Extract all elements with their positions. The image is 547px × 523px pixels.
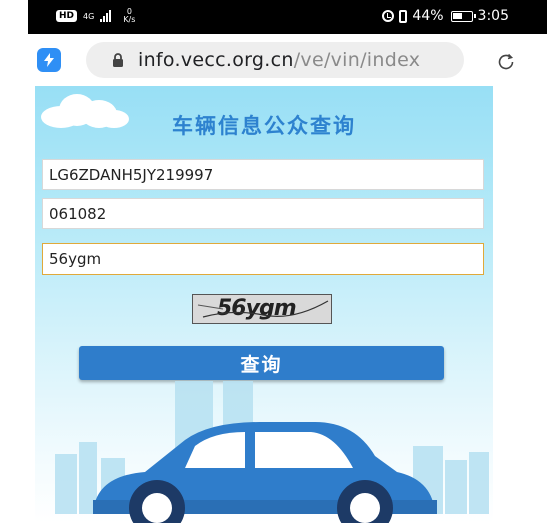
vin-input[interactable] <box>42 159 484 190</box>
vibrate-icon <box>399 9 408 23</box>
clock-time: 3:05 <box>477 8 509 24</box>
reload-icon[interactable] <box>496 52 516 72</box>
battery-percent: 44% <box>412 8 444 24</box>
captcha-image[interactable]: 56ygm <box>192 294 332 324</box>
captcha-noise <box>197 300 329 318</box>
page-title: 车辆信息公众查询 <box>172 114 356 138</box>
browser-toolbar: info.vecc.org.cn/ve/vin/index <box>28 34 547 86</box>
browser-app-icon[interactable] <box>37 48 61 72</box>
page-content: 车辆信息公众查询 56ygm 查询 <box>35 86 493 523</box>
alarm-icon <box>382 10 395 22</box>
url-host: info.vecc.org.cn <box>138 49 294 71</box>
hd-badge: HD <box>56 10 78 22</box>
status-bar: HD 4G 0 K/s 44% 3:05 <box>28 0 547 34</box>
url-path: /ve/vin/index <box>293 49 421 71</box>
address-bar[interactable]: info.vecc.org.cn/ve/vin/index <box>86 42 464 78</box>
speed-unit: K/s <box>123 15 136 24</box>
lock-icon <box>113 53 123 67</box>
engine-code-input[interactable] <box>42 198 484 229</box>
network-type: 4G <box>83 11 95 21</box>
car-scene-illustration <box>55 381 489 523</box>
network-speed: 0 K/s <box>123 8 135 24</box>
query-button[interactable]: 查询 <box>79 346 444 380</box>
signal-icon <box>100 10 112 22</box>
battery-icon <box>450 10 476 22</box>
car-icon <box>93 422 437 523</box>
captcha-input[interactable] <box>42 243 484 275</box>
url-text: info.vecc.org.cn/ve/vin/index <box>138 48 420 72</box>
